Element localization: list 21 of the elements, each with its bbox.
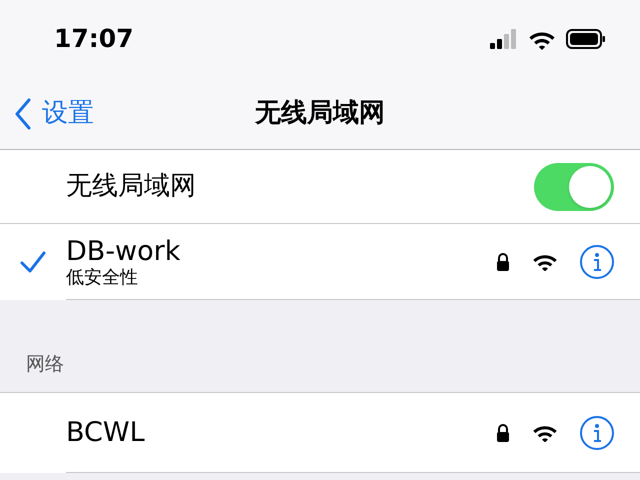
info-icon (592, 252, 602, 272)
info-icon (592, 422, 602, 442)
wifi-label: 无线局域网 (66, 170, 197, 203)
info-button[interactable] (580, 416, 614, 450)
lock-icon (496, 252, 510, 270)
battery-icon (566, 29, 606, 49)
network-row[interactable]: BCWL (0, 393, 640, 473)
back-button[interactable]: 设置 (0, 94, 94, 133)
chevron-left-icon (14, 98, 32, 130)
lock-icon (496, 424, 510, 442)
info-button[interactable] (580, 244, 614, 278)
network-row[interactable]: DB-work 低安全性 (0, 224, 640, 300)
checkmark-icon (20, 251, 46, 273)
wifi-toggle[interactable] (534, 162, 614, 210)
status-time: 17:07 (54, 23, 134, 56)
network-name: DB-work (66, 236, 182, 268)
signal-icon (490, 29, 518, 49)
network-name: BCWL (66, 416, 146, 448)
page-title: 无线局域网 (255, 97, 385, 130)
section-header: 网络 (26, 352, 64, 376)
network-subtitle: 低安全性 (66, 268, 139, 288)
